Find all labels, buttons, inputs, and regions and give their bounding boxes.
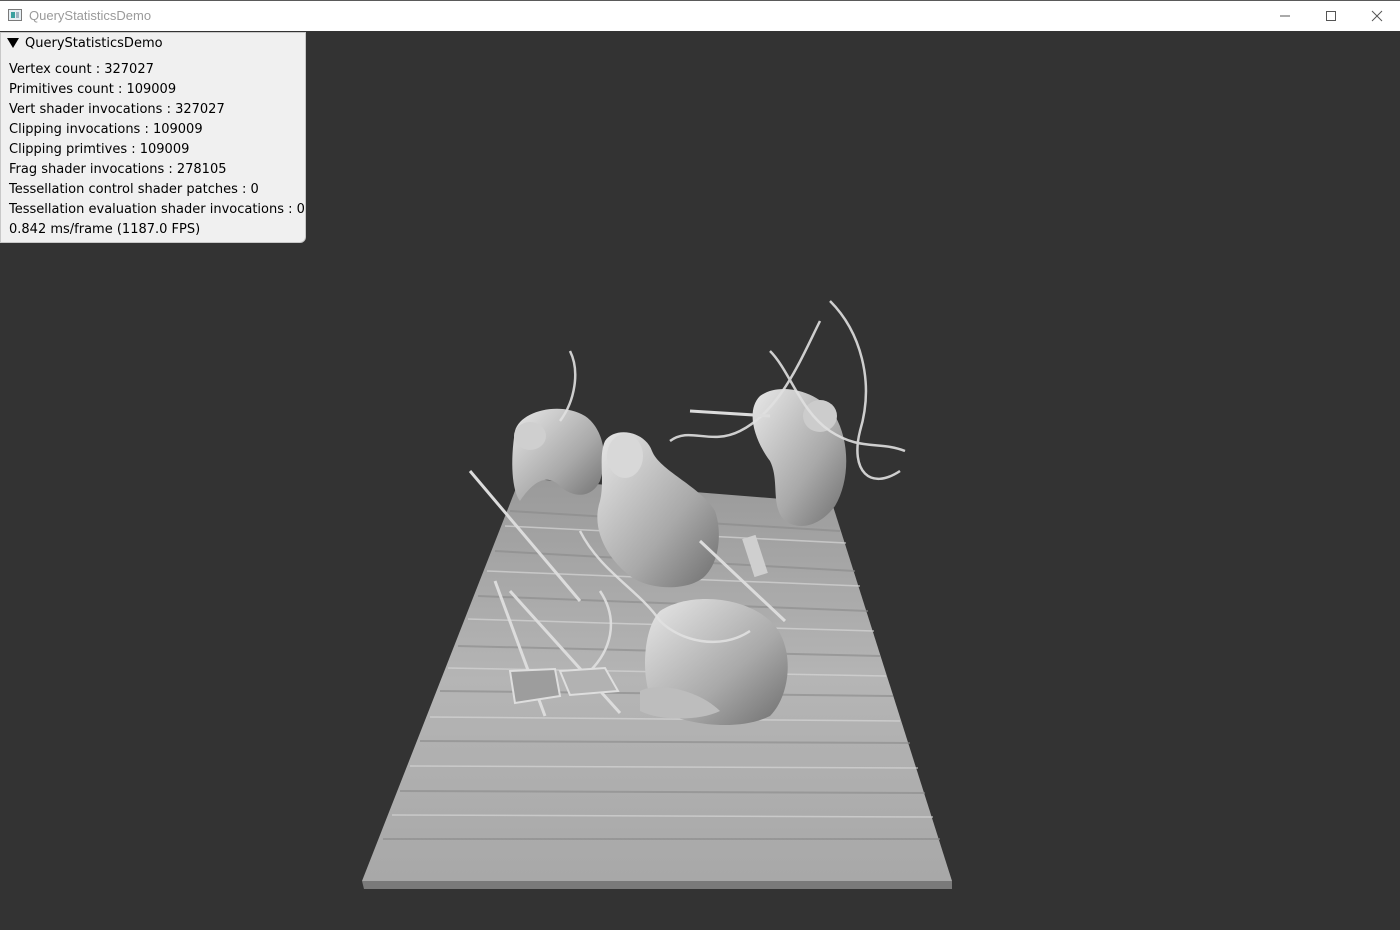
stat-tess-eval-invocations: Tessellation evaluation shader invocatio… [9,202,305,217]
overlay-title: QueryStatisticsDemo [25,36,163,51]
maximize-icon [1326,11,1336,21]
app-window-icon [8,9,22,21]
window-title: QueryStatisticsDemo [29,8,152,23]
stat-frag-shader-invocations: Frag shader invocations : 278105 [9,162,227,177]
maximize-button[interactable] [1308,1,1354,31]
close-button[interactable] [1354,1,1400,31]
overlay-header[interactable]: QueryStatisticsDemo [1,33,305,55]
close-icon [1371,10,1383,22]
stat-primitives-count: Primitives count : 109009 [9,82,177,97]
stat-clipping-primitives: Clipping primtives : 109009 [9,142,190,157]
title-bar[interactable]: QueryStatisticsDemo [0,0,1400,31]
stat-vertex-count: Vertex count : 327027 [9,62,154,77]
stat-tess-control-patches: Tessellation control shader patches : 0 [9,182,259,197]
stat-vert-shader-invocations: Vert shader invocations : 327027 [9,102,225,117]
stats-overlay-panel[interactable]: QueryStatisticsDemo Vertex count : 32702… [0,32,306,243]
collapse-triangle-icon[interactable] [7,38,19,48]
minimize-button[interactable] [1262,1,1308,31]
minimize-icon [1280,15,1290,17]
stat-frame-time: 0.842 ms/frame (1187.0 FPS) [9,222,201,237]
stat-clipping-invocations: Clipping invocations : 109009 [9,122,203,137]
